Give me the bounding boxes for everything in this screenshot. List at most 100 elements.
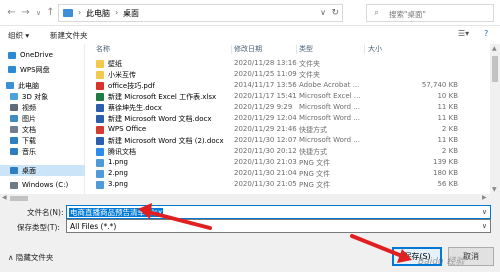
file-row[interactable]: 2.png 2020/11/30 21:04 PNG 文件 180 KB (86, 168, 490, 179)
file-row[interactable]: 蔡徐坤先生.docx 2020/11/29 9:29 Microsoft Word … (86, 102, 490, 113)
file-size: 57,740 KB (421, 81, 458, 89)
file-row[interactable]: 1.png 2020/11/30 21:03 PNG 文件 139 KB (86, 157, 490, 168)
sidebar-item[interactable]: 3D 对象 (0, 91, 85, 102)
file-size: 2 KB (441, 125, 458, 133)
path-segment-this-pc[interactable]: 此电脑 (86, 8, 110, 19)
desktop-icon (10, 167, 18, 174)
file-name: 2.png (108, 169, 129, 177)
chevron-down-icon[interactable]: ∨ (320, 8, 326, 17)
file-date: 2014/11/17 13:56 (234, 81, 297, 89)
command-bar: 组织 ▾ 新建文件夹 ☰▾ ? (0, 26, 500, 44)
hide-folders-label: 隐藏文件夹 (15, 253, 54, 262)
sidebar-item[interactable]: OneDrive (0, 50, 85, 61)
sidebar-item-label: OneDrive (20, 51, 53, 59)
file-row[interactable]: office技巧.pdf 2014/11/17 13:56 Adobe Acroba… (86, 80, 490, 91)
file-date: 2020/11/30 21:03 (234, 158, 297, 166)
file-date: 2020/11/30 20:12 (234, 147, 297, 155)
view-options-icon[interactable]: ☰▾ (458, 29, 469, 38)
chevron-down-icon[interactable]: ∨ (482, 208, 487, 216)
file-row[interactable]: WPS Office 2020/11/29 21:46 快捷方式 2 KB (86, 124, 490, 135)
file-date: 2020/11/29 9:29 (234, 103, 293, 111)
file-date: 2020/11/25 11:09 (234, 70, 297, 78)
file-type: Microsoft Excel ... (299, 92, 361, 100)
file-size: 139 KB (433, 158, 458, 166)
file-row[interactable]: 壁纸 2020/11/28 13:16 文件夹 (86, 58, 490, 69)
column-header-type[interactable]: 类型 (299, 44, 313, 55)
search-box[interactable]: ⌕ 搜索"桌面" (366, 4, 494, 22)
file-list: 名称 修改日期 类型 大小 壁纸 2020/11/28 13:16 文件夹 小米互传 2… (86, 44, 490, 194)
scroll-thumb[interactable] (492, 56, 498, 82)
file-row[interactable]: 新建 Microsoft Word 文档.docx 2020/11/29 12:0… (86, 113, 490, 124)
sidebar-item[interactable]: 文档 (0, 124, 85, 135)
file-date: 2020/11/30 21:04 (234, 169, 297, 177)
forward-icon[interactable]: → (20, 7, 31, 19)
path-box[interactable]: › 此电脑 › 桌面 ∨ ↻ (58, 4, 343, 22)
filename-input[interactable]: 电商直播商品预告清单.xlsx ∨ (66, 205, 491, 219)
filetype-select[interactable]: All Files (*.*) ∨ (66, 219, 491, 233)
column-divider[interactable] (364, 45, 365, 54)
sidebar-item-label: Windows (C:) (22, 181, 69, 189)
file-type: 快捷方式 (299, 126, 327, 134)
hide-folders-toggle[interactable]: ∧ 隐藏文件夹 (8, 252, 53, 263)
shortcut-icon (96, 148, 104, 156)
organize-button[interactable]: 组织 ▾ (8, 30, 29, 41)
vertical-scrollbar[interactable]: ▲ ▼ (490, 44, 500, 194)
help-icon[interactable]: ? (484, 29, 488, 38)
file-size: 2 KB (441, 147, 458, 155)
file-name: 3.png (108, 180, 129, 188)
file-name: WPS Office (108, 125, 147, 133)
column-header-size[interactable]: 大小 (368, 44, 382, 55)
address-bar: ← → ∨ ↑ › 此电脑 › 桌面 ∨ ↻ ⌕ 搜索"桌面" (0, 0, 500, 26)
sidebar-item[interactable]: 此电脑 (0, 80, 85, 91)
scroll-down-icon[interactable]: ▼ (492, 186, 497, 193)
new-folder-button[interactable]: 新建文件夹 (50, 30, 88, 41)
folder-icon (96, 60, 104, 68)
chevron-down-icon[interactable]: ∨ (482, 222, 487, 230)
sidebar-item-label: 桌面 (22, 167, 36, 175)
column-header-name[interactable]: 名称 (96, 44, 110, 55)
filename-value: 电商直播商品预告清单.xlsx (69, 208, 164, 217)
sidebar-item[interactable]: 下载 (0, 135, 85, 146)
column-divider[interactable] (231, 45, 232, 54)
computer-icon (63, 9, 73, 17)
scroll-up-icon[interactable]: ▲ (492, 45, 497, 52)
sidebar-item[interactable]: 图片 (0, 113, 85, 124)
image-icon (96, 170, 104, 178)
file-row[interactable]: 3.png 2020/11/30 21:05 PNG 文件 56 KB (86, 179, 490, 190)
column-divider[interactable] (296, 45, 297, 54)
up-icon[interactable]: ↑ (45, 7, 56, 19)
sidebar-item[interactable]: WPS网盘 (0, 64, 85, 75)
refresh-icon[interactable]: ↻ (331, 8, 339, 18)
file-name: 腾讯文档 (108, 148, 136, 156)
scroll-left-icon[interactable]: ◀ (2, 194, 7, 201)
file-name: 1.png (108, 158, 129, 166)
file-row[interactable]: 腾讯文档 2020/11/30 20:12 快捷方式 2 KB (86, 146, 490, 157)
scroll-thumb[interactable] (10, 196, 28, 201)
recent-dropdown-icon[interactable]: ∨ (33, 7, 44, 19)
sidebar-item[interactable]: 视频 (0, 102, 85, 113)
pdf-icon (96, 82, 104, 90)
file-row[interactable]: 小米互传 2020/11/25 11:09 文件夹 (86, 69, 490, 80)
sidebar-item[interactable]: 音乐 (0, 146, 85, 157)
sidebar-item[interactable]: 桌面 (0, 165, 85, 176)
path-segment-desktop[interactable]: 桌面 (123, 8, 139, 19)
sidebar-item-label: 图片 (22, 115, 36, 123)
sidebar-item-label: 此电脑 (18, 82, 39, 90)
file-row[interactable]: 新建 Microsoft Word 文档 (2).docx 2020/11/30 … (86, 135, 490, 146)
filename-label: 文件名(N): (27, 208, 64, 217)
file-type: Microsoft Word ... (299, 114, 360, 122)
column-header-date[interactable]: 修改日期 (234, 44, 262, 55)
file-date: 2020/11/29 21:46 (234, 125, 297, 133)
file-type: Microsoft Word ... (299, 103, 360, 111)
sidebar-item[interactable]: Windows (C:) (0, 180, 85, 191)
cube-icon (10, 93, 18, 100)
folder-icon (96, 71, 104, 79)
file-name: 蔡徐坤先生.docx (108, 104, 162, 112)
scroll-right-icon[interactable]: ▶ (482, 194, 487, 201)
document-icon (10, 126, 18, 133)
music-icon (10, 148, 18, 155)
horizontal-scrollbar[interactable]: ◀ ▶ (0, 194, 500, 203)
image-icon (96, 159, 104, 167)
file-row[interactable]: 新建 Microsoft Excel 工作表.xlsx 2020/11/17 15… (86, 91, 490, 102)
back-icon[interactable]: ← (6, 7, 17, 19)
